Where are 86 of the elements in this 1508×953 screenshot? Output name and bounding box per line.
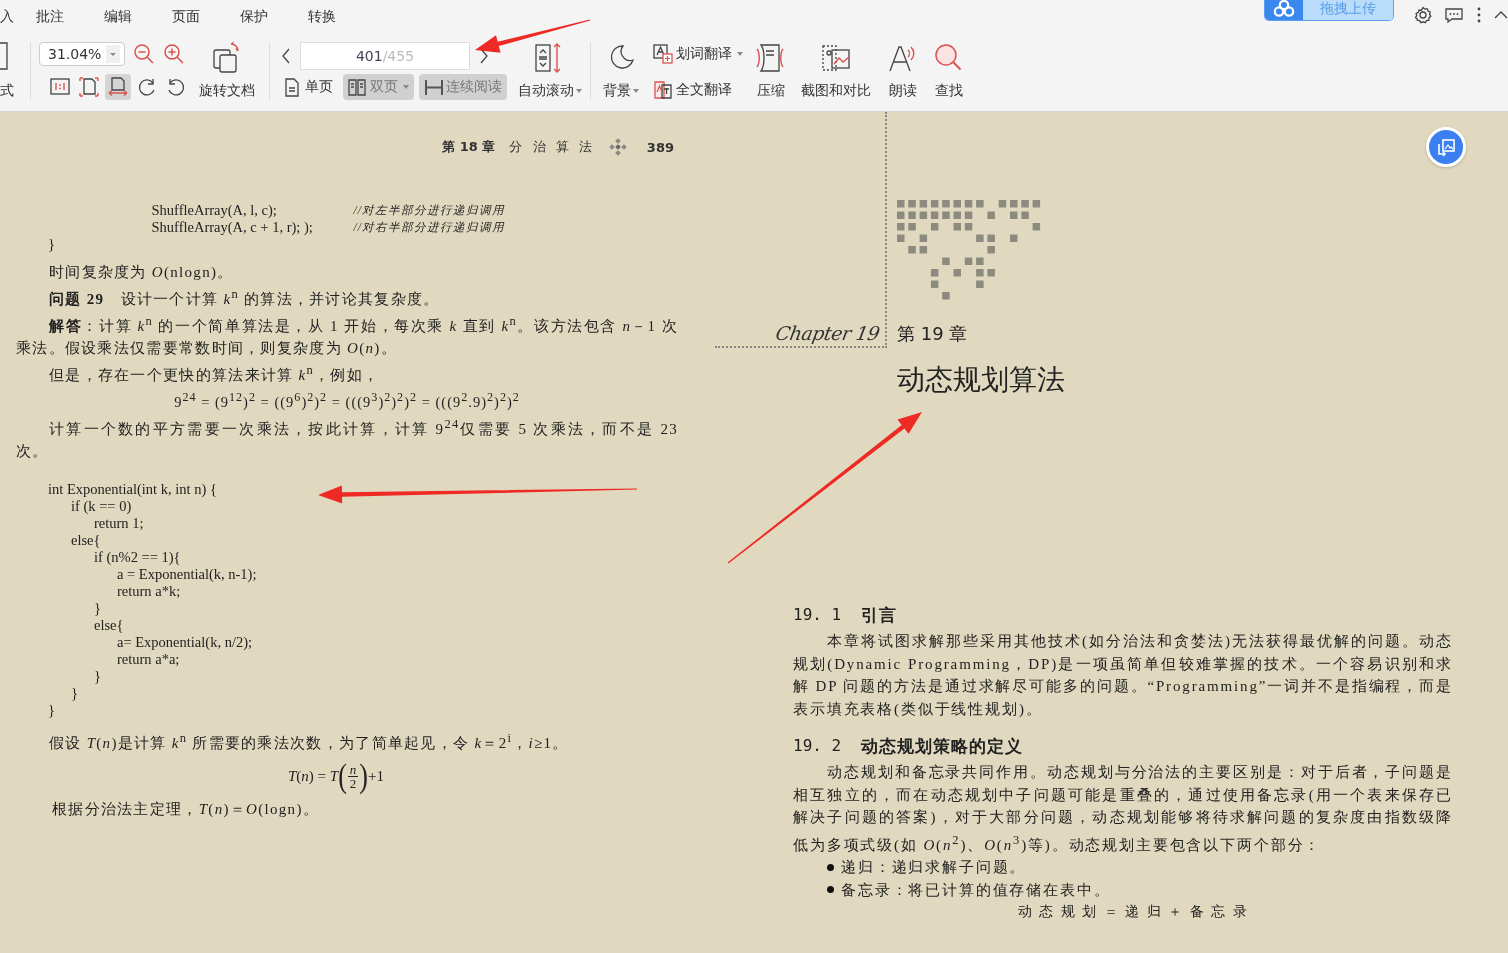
auto-scroll-button[interactable]: 自动滚动 (518, 34, 582, 112)
menu-tab[interactable]: 入 (0, 8, 14, 26)
list-item: 备忘录：将已计算的值存储在表中。 (841, 880, 1111, 900)
code-line: return a*a; (117, 650, 180, 668)
translate-button[interactable]: 划词翻译 (653, 44, 743, 64)
code-line: } (48, 701, 55, 719)
paragraph: 但是，存在一个更快的算法来计算 k$^{n}$，例如， (48, 362, 381, 385)
mode-label[interactable]: 式 (0, 82, 14, 100)
bullet-icon (827, 863, 834, 871)
code-line: } (71, 684, 78, 702)
code-line: a= Exponential(k, n/2); (117, 633, 253, 651)
swap-image-icon (1436, 137, 1456, 157)
chapter-number: 第 19 章 (897, 322, 969, 346)
settings-icon[interactable] (1414, 6, 1432, 24)
cloud-icon (1273, 0, 1295, 17)
fit-button[interactable] (105, 74, 131, 100)
menu-tab[interactable]: 保护 (240, 8, 277, 26)
section-number: 19. 2 (793, 735, 842, 757)
compress-button[interactable]: 压缩 (755, 34, 787, 112)
page-icon[interactable] (0, 42, 8, 70)
bullet-icon (827, 886, 834, 894)
translate-document-icon (653, 80, 673, 100)
previous-page-icon[interactable] (280, 47, 292, 65)
code-line: ShuffleArray(A, l, c); (151, 202, 278, 219)
code-line: return a*k; (117, 582, 181, 600)
menu-tab[interactable]: 编辑 (104, 8, 141, 26)
comment-icon[interactable] (1444, 6, 1464, 24)
list-item: 递归：递归求解子问题。 (841, 858, 1027, 877)
chapter-label: Chapter 19 (773, 322, 881, 344)
code-line: return 1; (94, 514, 144, 532)
code-line: } (94, 667, 101, 685)
section-number: 19. 1 (793, 604, 842, 626)
diamond-ornament-icon (608, 138, 627, 156)
code-line: } (48, 236, 55, 253)
code-line: a = Exponential(k, n-1); (117, 565, 257, 583)
find-button[interactable]: 查找 (933, 34, 965, 112)
screenshot-compare-button[interactable]: 截图和对比 (801, 34, 871, 112)
fit-page-icon (78, 76, 100, 98)
zoom-field[interactable]: 31.04% (39, 42, 125, 66)
code-line: int Exponential(int k, int n) { (48, 480, 217, 498)
paragraph: 解答：计算 k$^{n}$ 的一个简单算法是，从 1 开始，每次乘 k 直到 k$^{n}$。该方法包含 n－1 次乘法。假设乘法仅需要常数时间，则复杂度为 O(n)。 (16, 313, 678, 358)
paragraph: 计算一个数的平方需要一次乘法，按此计算，计算 9$^{24}$仅需要 5 次乘法，而不是 23 次。 (16, 415, 678, 461)
paragraph: 本章将试图求解那些采用其他技术(如分治法和贪婪法)无法获得最优解的问题。动态规划(Dynamic Programming，DP)是一项虽简单但较难掌握的技术。一个容易识别和求解 DP 问题的方法是通过求解尽可能多的问题。“Programming”一词并不是指编程，而是表示填充表格(类似于线性规划)。 (793, 632, 1453, 719)
code-line: ShuffleArray(A, c + 1, r); ); (151, 219, 314, 236)
fit-width-icon (107, 76, 129, 98)
code-comment: //对右半部分进行递归调用 (353, 220, 505, 235)
code-line: } (94, 599, 101, 617)
translate-button[interactable]: 全文翻译 (653, 80, 732, 100)
page-number-field[interactable]: 401/455 (300, 42, 470, 70)
menu-tab[interactable]: 页面 (172, 8, 209, 26)
math-formula: 9$^{24}$ = (9$^{12}$)$^{2}$ = ((9$^{6}$)$^{2}$)$^{2}$ = (((9$^{3}$)$^{2}$)$^{2}$)$^{2}$ = (((9$^{2}$.9)$^{2}$)$^{2}$)$^{2}$ (173, 389, 521, 412)
menu-tab[interactable]: 批注 (36, 8, 73, 26)
screenshot-icon (820, 42, 852, 74)
page-number: 389 (646, 139, 674, 155)
actual-size-icon (49, 76, 71, 98)
translate-word-icon (653, 44, 673, 64)
code-line: else{ (71, 531, 101, 549)
paragraph: 时间复杂度为 O(nlogn)。 (48, 263, 235, 282)
chapter-title: 动态规划算法 (897, 362, 1066, 398)
chapter-title: 分 治 算 法 (509, 138, 595, 156)
background-button[interactable]: 背景 (603, 34, 639, 112)
paragraph: 问题 29 设计一个计算 k$^{n}$ 的算法，并讨论其复杂度。 (48, 286, 441, 309)
section-heading: 引言 (861, 604, 898, 627)
view-mode-button[interactable]: 单页 (278, 74, 338, 100)
fit-button[interactable] (76, 74, 102, 100)
code-line: else{ (94, 616, 124, 634)
paragraph: 动态规划和备忘录共同作用。动态规划与分治法的主要区别是：对于后者，子问题是相互独立的，而在动态规划中子问题可能是重叠的，通过使用备忘录(用一个表来保存已解决子问题的答案)，对于大部分问题，动态规划能够将待求解问题的复杂度由指数级降低为多项式级(如 O(n$^{2}$)、O(n$^{3}$)等)。动态规划主要包含以下两个部分： (793, 763, 1453, 855)
math-formula: 动 态 规 划 ＝ 递 归 ＋ 备 忘 录 (1016, 903, 1250, 921)
paragraph: 根据分治法主定理，T(n)＝O(logn)。 (51, 799, 320, 819)
continuous-icon (424, 77, 443, 97)
zoom-in-icon[interactable] (163, 43, 185, 65)
rotate-document-button[interactable]: 旋转文档 (191, 34, 263, 112)
code-line: if (k == 0) (71, 497, 132, 515)
menu-tab[interactable]: 转换 (308, 8, 345, 26)
dropdown-icon (106, 45, 120, 63)
code-comment: //对左半部分进行递归调用 (353, 203, 505, 218)
section-heading: 动态规划策略的定义 (861, 735, 1024, 758)
read-aloud-button[interactable]: 朗读 (887, 34, 919, 112)
double-page-icon (348, 77, 367, 97)
floating-action-button[interactable] (1426, 127, 1466, 167)
single-page-icon (283, 77, 302, 97)
paragraph: 假设 T(n)是计算 k$^{n}$ 所需要的乘法次数，为了简单起见，令 k＝2$^{i}$，i≥1。 (48, 729, 570, 753)
chapter-number: 第 18 章 (442, 138, 496, 156)
code-line: if (n%2 == 1){ (94, 548, 181, 566)
more-icon[interactable] (1476, 6, 1482, 24)
zoom-out-icon[interactable] (133, 43, 155, 65)
